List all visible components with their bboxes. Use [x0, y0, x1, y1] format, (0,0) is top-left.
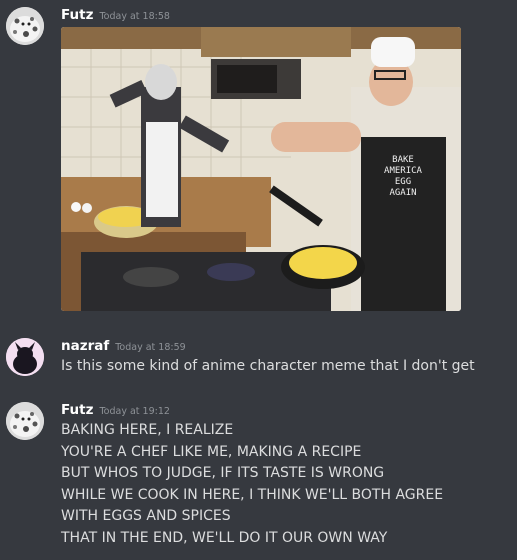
seal-avatar-icon: [6, 402, 44, 440]
avatar[interactable]: [6, 7, 44, 45]
seal-avatar-icon: [6, 7, 44, 45]
author-name[interactable]: Futz Today at 19:12: [61, 402, 170, 418]
timestamp: Today at 18:58: [99, 11, 170, 22]
timestamp: Today at 18:59: [115, 342, 186, 353]
image-attachment[interactable]: BAKE AMERICA EGG AGAIN: [61, 27, 461, 311]
message-text: Is this some kind of anime character mem…: [61, 358, 475, 374]
apron-line-4: AGAIN: [389, 188, 416, 198]
message-line: WHILE WE COOK IN HERE, I THINK WE'LL BOT…: [61, 486, 444, 503]
avatar[interactable]: [6, 402, 44, 440]
author-name[interactable]: Futz Today at 18:58: [61, 7, 170, 23]
message-line: THAT IN THE END, WE'LL DO IT OUR OWN WAY: [61, 529, 388, 546]
message-line: YOU'RE A CHEF LIKE ME, MAKING A RECIPE: [61, 443, 362, 460]
message-line: WITH EGGS AND SPICES: [61, 508, 231, 524]
dark-creature-avatar-icon: [6, 338, 44, 376]
message-line: BAKING HERE, I REALIZE: [61, 422, 234, 438]
avatar[interactable]: [6, 338, 44, 376]
apron-line-2: AMERICA: [384, 166, 423, 176]
chef-meme-image: BAKE AMERICA EGG AGAIN: [61, 27, 461, 311]
apron-line-3: EGG: [395, 177, 411, 187]
apron-line-1: BAKE: [392, 155, 414, 165]
message-line: BUT WHOS TO JUDGE, IF ITS TASTE IS WRONG: [61, 465, 385, 481]
timestamp: Today at 19:12: [99, 406, 170, 417]
author-name[interactable]: nazraf Today at 18:59: [61, 338, 186, 354]
